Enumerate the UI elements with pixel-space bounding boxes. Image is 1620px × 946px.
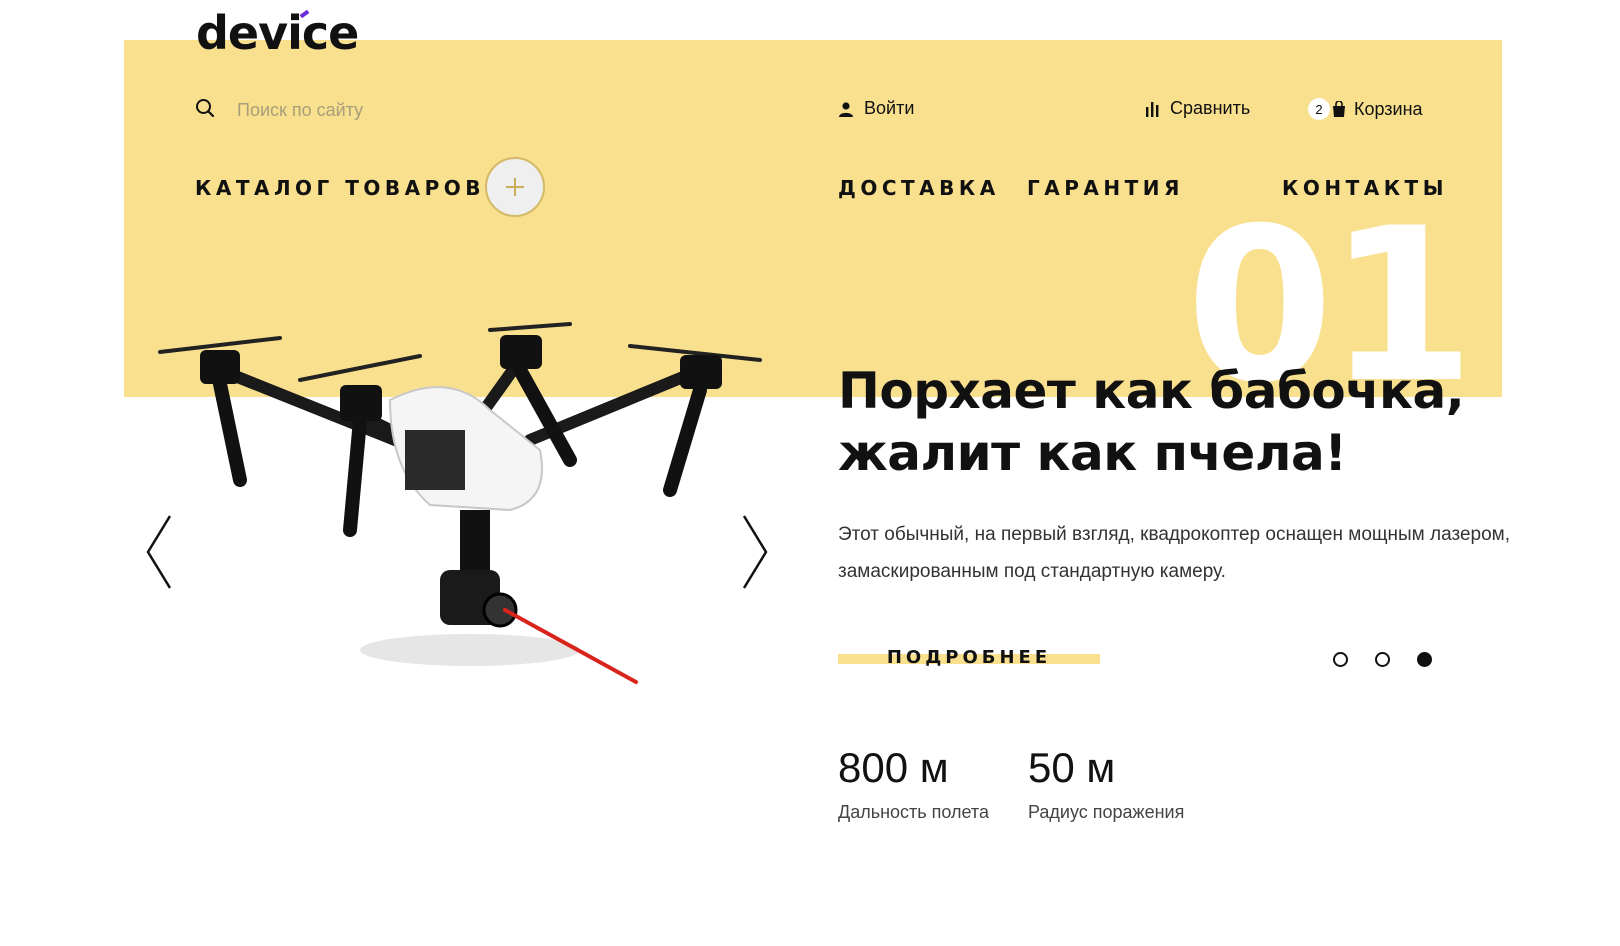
compare-link[interactable]: Сравнить bbox=[1146, 98, 1250, 119]
login-label: Войти bbox=[864, 98, 915, 118]
nav-catalog[interactable]: КАТАЛОГ ТОВАРОВ bbox=[195, 176, 485, 200]
stat-flight-range: 800 м Дальность полета bbox=[838, 744, 989, 823]
stat-value: 50 м bbox=[1028, 744, 1116, 791]
logo[interactable]: device bbox=[196, 6, 359, 60]
slide-headline-line-1: Порхает как бабочка, bbox=[838, 362, 1465, 420]
login-link[interactable]: Войти bbox=[838, 98, 914, 119]
slide-headline: Порхает как бабочка, жалит как пчела! bbox=[838, 360, 1465, 484]
stat-value: 800 м bbox=[838, 744, 949, 791]
cart-label: Корзина bbox=[1354, 98, 1423, 119]
slide-headline-line-2: жалит как пчела! bbox=[838, 424, 1347, 482]
slider-dot-3[interactable] bbox=[1417, 652, 1432, 667]
slider-dot-2[interactable] bbox=[1375, 652, 1390, 667]
cart-count-badge: 2 bbox=[1308, 98, 1330, 120]
user-icon bbox=[839, 101, 853, 117]
slider-dot-1[interactable] bbox=[1333, 652, 1348, 667]
cart-icon bbox=[1333, 101, 1345, 117]
search-bar bbox=[195, 98, 497, 123]
stat-label: Дальность полета bbox=[838, 802, 989, 822]
stat-damage-radius: 50 м Радиус поражения bbox=[1028, 744, 1184, 823]
cart-link[interactable]: 2 Корзина bbox=[1308, 98, 1423, 120]
plus-icon bbox=[506, 178, 524, 196]
more-button-label: ПОДРОБНЕЕ bbox=[886, 647, 1052, 668]
nav-delivery[interactable]: ДОСТАВКА bbox=[838, 176, 1000, 200]
drone-image bbox=[158, 322, 762, 684]
slider-pagination bbox=[1333, 652, 1432, 667]
stat-label: Радиус поражения bbox=[1028, 802, 1185, 822]
search-input[interactable] bbox=[237, 100, 497, 121]
bar-chart-icon bbox=[1146, 101, 1159, 117]
catalog-expand-button[interactable] bbox=[485, 157, 545, 217]
more-button[interactable]: ПОДРОБНЕЕ bbox=[838, 648, 1100, 668]
slide-description: Этот обычный, на первый взгляд, квадроко… bbox=[838, 524, 1511, 582]
search-icon[interactable] bbox=[195, 98, 215, 123]
compare-label: Сравнить bbox=[1170, 98, 1251, 118]
nav-guarantee[interactable]: ГАРАНТИЯ bbox=[1027, 176, 1184, 200]
